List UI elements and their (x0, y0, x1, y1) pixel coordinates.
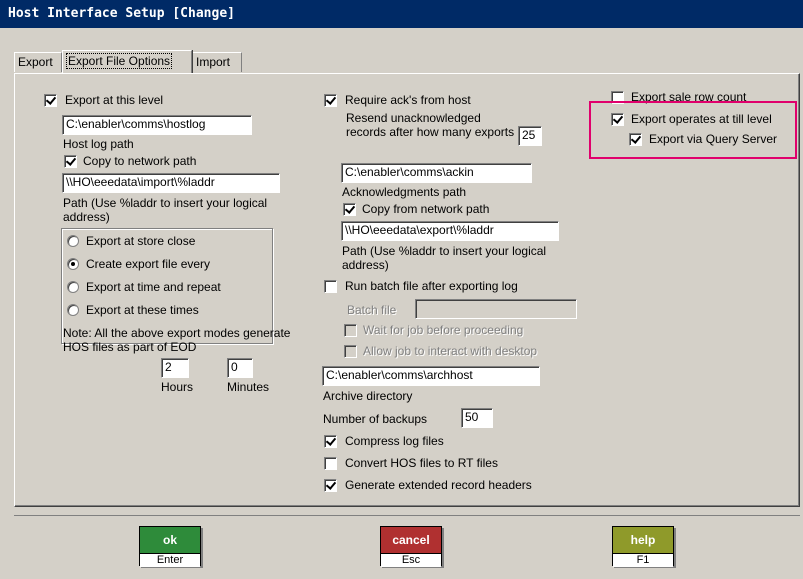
import-network-path-hint: Path (Use %laddr to insert your logical … (342, 244, 547, 272)
radio-store-close[interactable] (67, 235, 79, 247)
radio-create-every[interactable] (67, 258, 79, 270)
ack-path-label: Acknowledgments path (342, 185, 467, 199)
export-network-path-hint: Path (Use %laddr to insert your logical … (63, 196, 268, 224)
copy-from-network-checkbox[interactable] (343, 203, 356, 216)
require-ack-checkbox[interactable] (324, 94, 337, 107)
host-log-path-input[interactable]: C:\enabler\comms\hostlog (62, 115, 252, 135)
minutes-input[interactable]: 0 (227, 358, 253, 378)
tab-export[interactable]: Export (14, 52, 62, 72)
help-button[interactable]: help F1 (612, 526, 674, 567)
archive-dir-input[interactable]: C:\enabler\comms\archhost (322, 366, 540, 386)
resend-count-input[interactable]: 25 (518, 126, 542, 146)
wait-for-job-checkbox[interactable] (344, 324, 357, 337)
export-at-level-checkbox[interactable] (44, 94, 57, 107)
wait-for-job-label: Wait for job before proceeding (363, 323, 524, 337)
allow-job-label: Allow job to interact with desktop (363, 344, 538, 358)
query-server-checkbox[interactable] (629, 133, 642, 146)
extended-headers-label: Generate extended record headers (345, 478, 532, 492)
copy-from-network-label: Copy from network path (362, 202, 490, 216)
help-button-key: F1 (613, 553, 673, 567)
query-server-label: Export via Query Server (649, 132, 778, 146)
radio-create-every-label: Create export file every (86, 257, 211, 271)
ok-button-label: ok (140, 527, 200, 553)
hours-label: Hours (161, 380, 194, 394)
ok-button[interactable]: ok Enter (139, 526, 201, 567)
export-network-path-input[interactable]: \\HO\eeedata\import\%laddr (62, 173, 280, 193)
export-at-level-label: Export at this level (65, 93, 164, 107)
require-ack-label: Require ack's from host (345, 93, 471, 107)
radio-these-times-label: Export at these times (86, 303, 199, 317)
allow-job-checkbox[interactable] (344, 345, 357, 358)
till-level-label: Export operates at till level (631, 112, 772, 126)
copy-to-network-label: Copy to network path (83, 154, 197, 168)
convert-checkbox[interactable] (324, 457, 337, 470)
help-button-label: help (613, 527, 673, 553)
button-bar: ok Enter cancel Esc help F1 (14, 515, 800, 579)
extended-headers-checkbox[interactable] (324, 479, 337, 492)
resend-label: Resend unacknowledged records after how … (346, 111, 515, 139)
cancel-button-key: Esc (381, 553, 441, 567)
tab-export-file-options[interactable]: Export File Options (62, 50, 192, 73)
tab-panel: Export at this level C:\enabler\comms\ho… (14, 73, 800, 507)
window-body: Export Export File Options Import Export… (0, 28, 803, 579)
ok-button-key: Enter (140, 553, 200, 567)
host-log-path-label: Host log path (63, 137, 134, 151)
hours-input[interactable]: 2 (161, 358, 189, 378)
highlight-box (589, 101, 797, 159)
minutes-label: Minutes (227, 380, 270, 394)
radio-these-times[interactable] (67, 304, 79, 316)
till-level-checkbox[interactable] (611, 113, 624, 126)
cancel-button-label: cancel (381, 527, 441, 553)
archive-dir-label: Archive directory (323, 389, 413, 403)
import-network-path-input[interactable]: \\HO\eeedata\export\%laddr (341, 221, 559, 241)
run-batch-checkbox[interactable] (324, 280, 337, 293)
radio-store-close-label: Export at store close (86, 234, 196, 248)
copy-to-network-checkbox[interactable] (64, 155, 77, 168)
backups-label: Number of backups (323, 412, 428, 426)
compress-label: Compress log files (345, 434, 444, 448)
compress-checkbox[interactable] (324, 435, 337, 448)
export-mode-note: Note: All the above export modes generat… (63, 326, 291, 354)
backups-input[interactable]: 50 (461, 408, 493, 428)
tab-import[interactable]: Import (192, 52, 242, 72)
batch-file-input[interactable] (415, 299, 577, 319)
cancel-button[interactable]: cancel Esc (380, 526, 442, 567)
run-batch-label: Run batch file after exporting log (345, 279, 518, 293)
radio-time-repeat[interactable] (67, 281, 79, 293)
radio-time-repeat-label: Export at time and repeat (86, 280, 221, 294)
convert-label: Convert HOS files to RT files (345, 456, 498, 470)
ack-path-input[interactable]: C:\enabler\comms\ackin (341, 163, 532, 183)
batch-file-label: Batch file (347, 303, 397, 317)
window-title: Host Interface Setup [Change] (0, 0, 803, 28)
